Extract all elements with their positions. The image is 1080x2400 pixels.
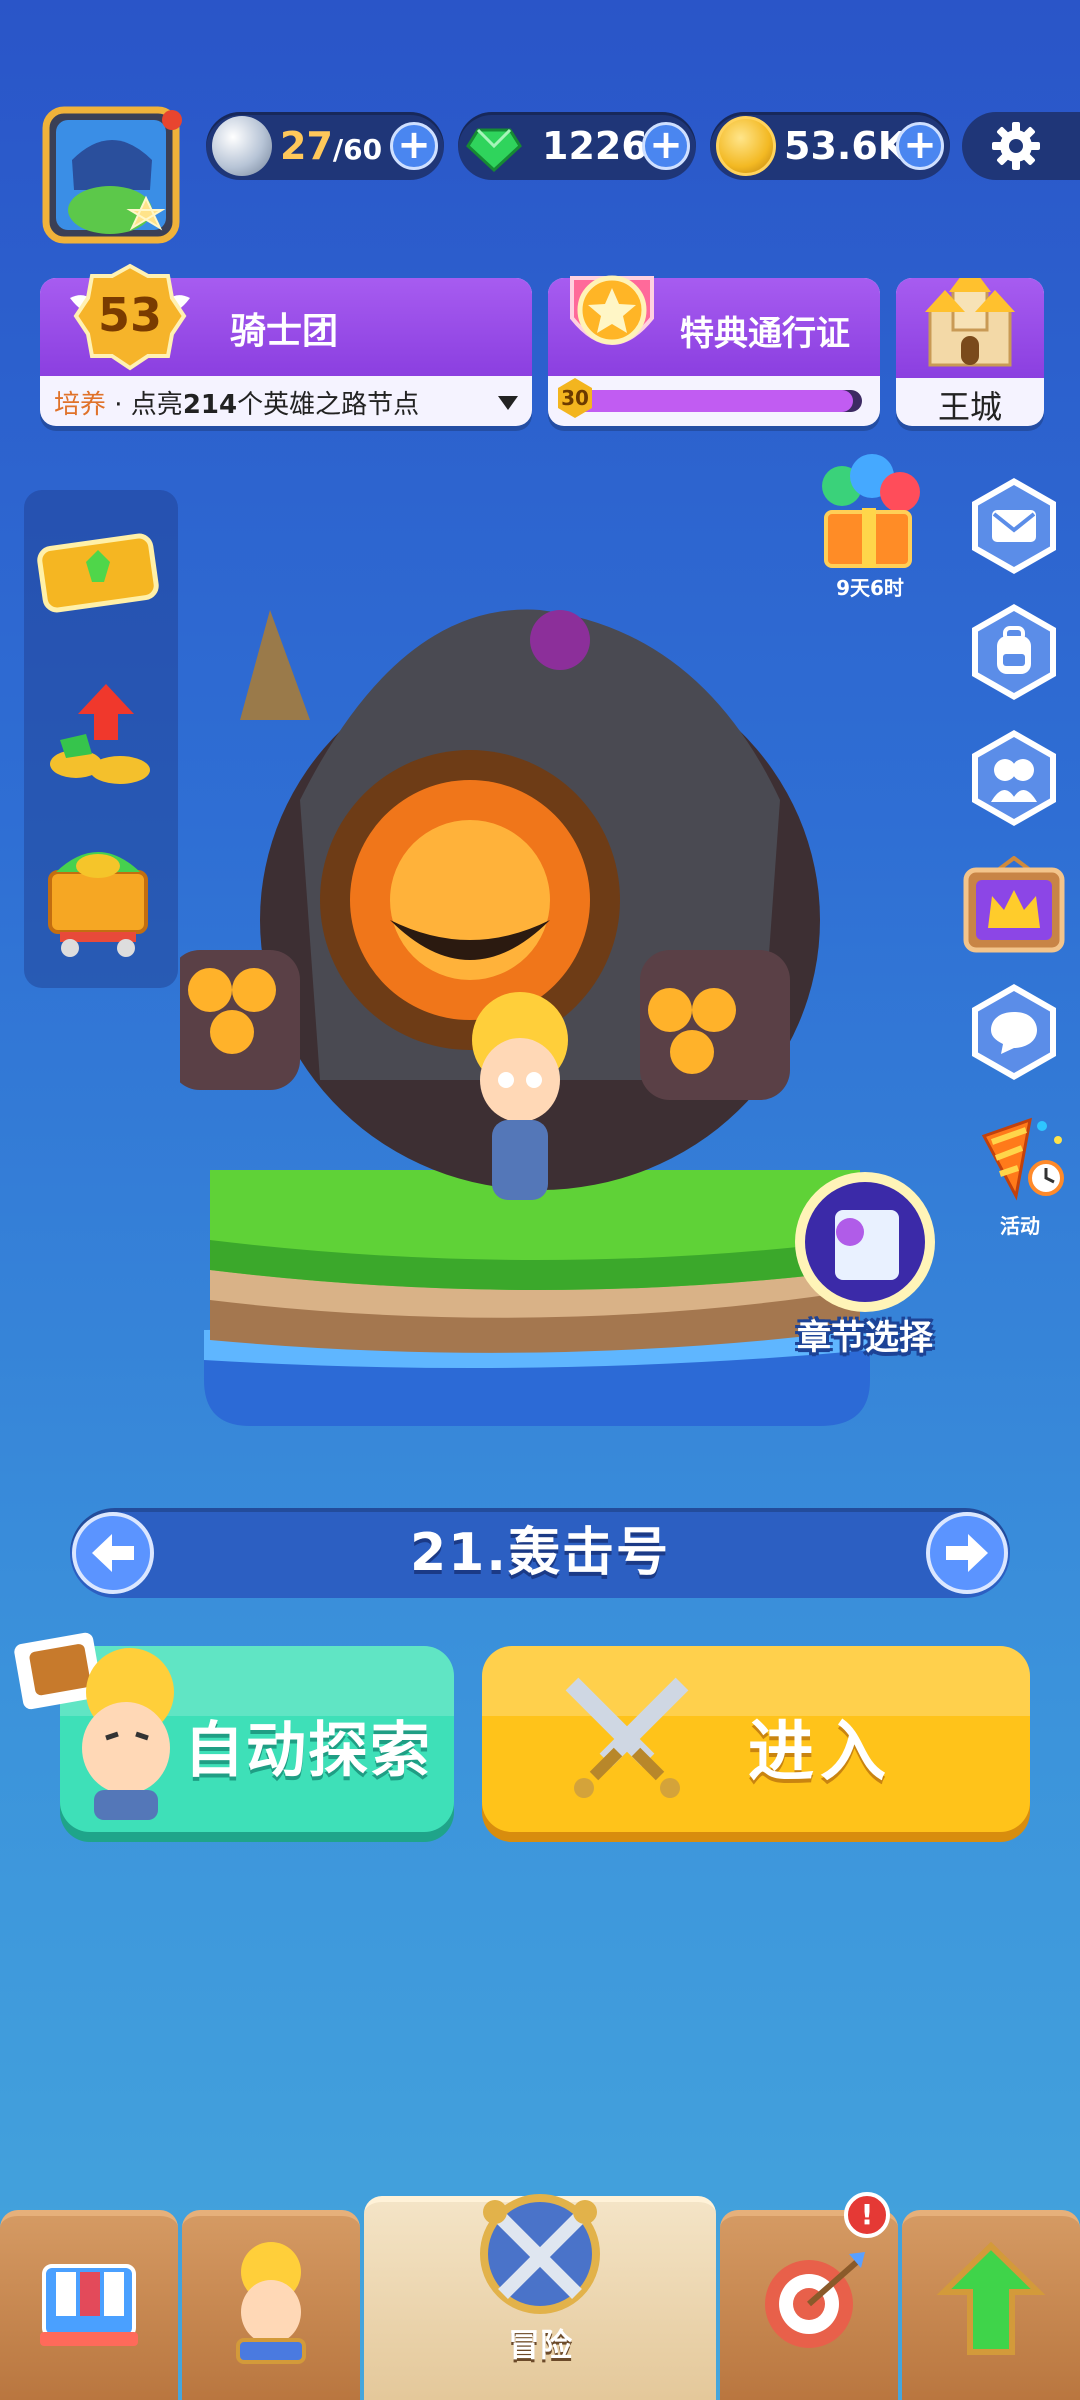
knights-hint-main: · 点亮 bbox=[106, 390, 183, 420]
arrow-right-icon bbox=[946, 1534, 988, 1572]
backpack-icon bbox=[997, 626, 1031, 674]
add-energy-button[interactable]: + bbox=[390, 122, 438, 170]
stage-selector: 21.轰击号 bbox=[70, 1508, 1010, 1598]
target-arrow-icon bbox=[765, 2252, 865, 2348]
shop-cart-icon[interactable] bbox=[36, 832, 160, 962]
star-medal-icon bbox=[552, 258, 672, 378]
gear-icon bbox=[992, 122, 1040, 170]
event-label: 活动 bbox=[1000, 1214, 1040, 1238]
coins-value: 53.6K bbox=[784, 124, 908, 168]
crossed-swords-icon bbox=[565, 1677, 689, 1798]
prev-stage-button[interactable] bbox=[72, 1512, 154, 1594]
player-avatar[interactable] bbox=[22, 100, 192, 270]
heroes-icon bbox=[991, 759, 1037, 802]
adventure-shield-icon bbox=[480, 2194, 600, 2314]
scroll-icon bbox=[795, 1172, 935, 1312]
golden-ticket-icon[interactable] bbox=[36, 528, 160, 618]
event-button[interactable]: 活动 bbox=[970, 1106, 1070, 1238]
gems-value: 1226 bbox=[542, 124, 648, 168]
knights-hint-num: 214 bbox=[182, 390, 238, 420]
gold-coin-icon bbox=[716, 116, 776, 176]
knights-hint-prefix: 培养 bbox=[54, 390, 107, 420]
backpack-button[interactable] bbox=[972, 604, 1056, 700]
hero-portrait-icon bbox=[236, 2242, 306, 2364]
energy-max: /60 bbox=[332, 133, 383, 166]
crown-board-button[interactable] bbox=[962, 855, 1066, 960]
dropdown-arrow-icon[interactable] bbox=[498, 396, 518, 410]
nav-tab-adventure[interactable]: 冒险 bbox=[364, 2194, 716, 2400]
stage-name: 21.轰击号 bbox=[409, 1523, 671, 1583]
pass-title: 特典通行证 bbox=[680, 314, 850, 354]
enter-label: 进入 bbox=[748, 1713, 892, 1790]
mail-icon bbox=[992, 510, 1036, 542]
nav-tab-target[interactable]: ! bbox=[720, 2192, 898, 2400]
notification-badge: ! bbox=[844, 2192, 890, 2238]
add-coins-button[interactable]: + bbox=[896, 122, 944, 170]
nav-adventure-label: 冒险 bbox=[507, 2326, 572, 2364]
coins-bar: 53.6K + bbox=[710, 112, 950, 180]
silver-orb-icon bbox=[212, 116, 272, 176]
settings-button[interactable] bbox=[962, 112, 1080, 180]
green-gem-icon bbox=[464, 116, 524, 176]
pass-progress-track bbox=[572, 390, 862, 412]
knights-level: 53 bbox=[97, 288, 162, 342]
nav-tab-shop[interactable] bbox=[0, 2210, 178, 2400]
crown-icon bbox=[963, 855, 1065, 953]
energy-bar: 27/60 + bbox=[206, 112, 444, 180]
arrow-left-icon bbox=[92, 1534, 134, 1572]
next-stage-button[interactable] bbox=[926, 1512, 1008, 1594]
explorer-hero-icon bbox=[14, 1632, 174, 1820]
knights-hint-rest: 个英雄之路节点 bbox=[237, 390, 420, 420]
upgrade-arrow-icon bbox=[936, 2241, 1046, 2355]
auto-explore-label: 自动探索 bbox=[184, 1716, 432, 1786]
mail-button[interactable] bbox=[972, 478, 1056, 574]
nav-tab-upgrade[interactable] bbox=[902, 2210, 1080, 2400]
pass-level-badge: 30 bbox=[558, 378, 592, 418]
enter-button[interactable]: 进入 bbox=[482, 1646, 1030, 1832]
nav-tab-heroes[interactable] bbox=[182, 2210, 360, 2400]
coins-up-arrow-icon[interactable] bbox=[36, 678, 160, 788]
knights-level-badge: 53 bbox=[60, 258, 200, 378]
chat-button[interactable] bbox=[972, 984, 1056, 1080]
shop-stall-icon bbox=[40, 2264, 138, 2346]
heroes-button[interactable] bbox=[972, 730, 1056, 826]
castle-icon bbox=[925, 278, 1015, 367]
knights-title: 骑士团 bbox=[230, 311, 339, 352]
party-popper-icon bbox=[981, 1117, 1064, 1201]
castle-button[interactable]: 王城 bbox=[896, 278, 1044, 426]
pass-progress-fill bbox=[572, 390, 854, 412]
add-gems-button[interactable]: + bbox=[642, 122, 690, 170]
energy-current: 27 bbox=[280, 124, 333, 168]
chapter-select-label: 章节选择 bbox=[797, 1318, 933, 1358]
gems-bar: 1226 + bbox=[458, 112, 696, 180]
castle-label: 王城 bbox=[937, 388, 1002, 426]
chapter-select-button[interactable]: 章节选择 bbox=[780, 1170, 950, 1360]
avatar-frame-icon bbox=[42, 106, 182, 244]
chat-bubble-icon bbox=[991, 1012, 1037, 1054]
